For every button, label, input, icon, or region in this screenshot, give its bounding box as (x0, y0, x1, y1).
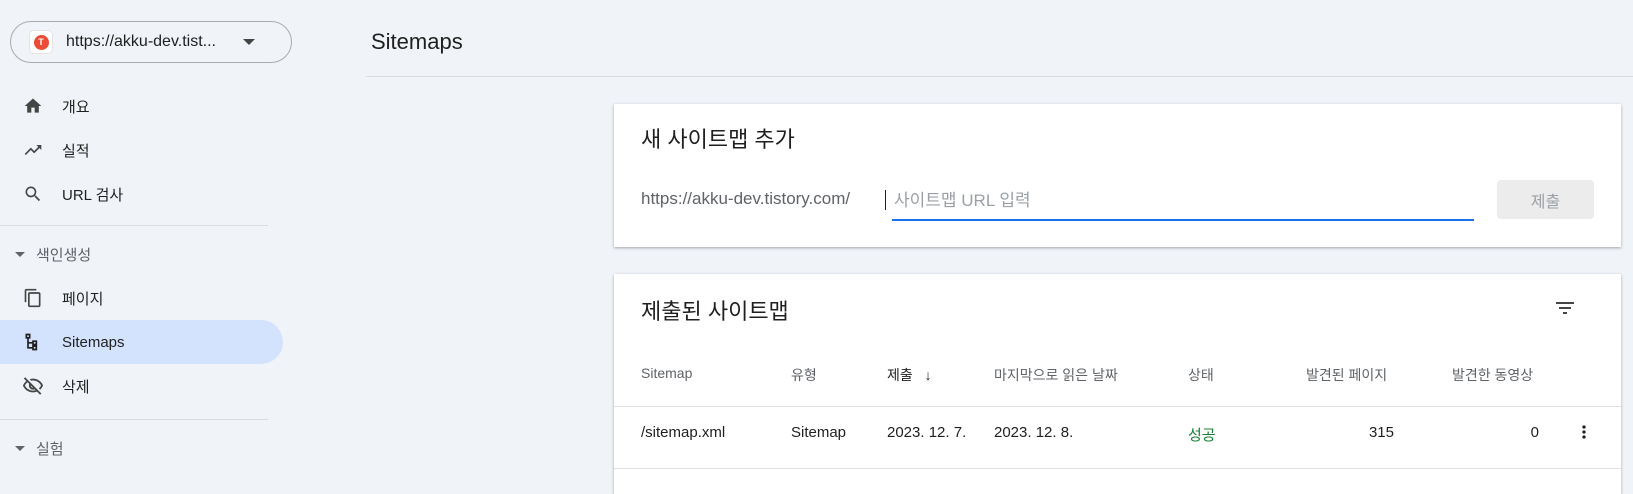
add-sitemap-card: 새 사이트맵 추가 https://akku-dev.tistory.com/ … (614, 104, 1621, 247)
more-options-icon[interactable] (1572, 420, 1596, 444)
submitted-date: 2023. 12. 7. (887, 424, 967, 441)
pages-icon (21, 286, 45, 310)
discovered-videos-count[interactable]: 0 (1459, 424, 1539, 441)
sidebar-item-pages[interactable]: 페이지 (0, 276, 283, 320)
sidebar-divider (0, 225, 268, 226)
last-read-date: 2023. 12. 8. (994, 424, 1074, 441)
add-sitemap-title: 새 사이트맵 추가 (641, 127, 795, 152)
home-icon (21, 94, 45, 118)
sidebar-item-url-inspection[interactable]: URL 검사 (0, 172, 283, 216)
collapse-arrow-icon (15, 445, 25, 451)
table-divider (614, 468, 1621, 469)
filter-icon[interactable] (1551, 294, 1579, 322)
sitemap-type: Sitemap (791, 424, 847, 441)
submitted-sitemaps-card: 제출된 사이트맵 Sitemap 유형 제출 ↓ 마지막으로 읽은 날짜 상태 … (614, 274, 1621, 494)
page-title: Sitemaps (371, 29, 463, 54)
sidebar-item-label: 페이지 (62, 290, 104, 308)
search-icon (21, 182, 45, 206)
sidebar-divider (0, 419, 268, 420)
status-badge: 성공 (1188, 427, 1216, 444)
column-header-discovered-pages[interactable]: 발견된 페이지 (1306, 365, 1387, 385)
submitted-sitemaps-title: 제출된 사이트맵 (641, 299, 789, 324)
section-experiments[interactable]: 실험 (0, 432, 283, 464)
favicon-letter: T (33, 34, 49, 50)
text-cursor (885, 190, 886, 210)
sidebar-item-performance[interactable]: 실적 (0, 128, 283, 172)
site-favicon-icon: T (30, 31, 52, 53)
sitemap-path[interactable]: /sitemap.xml (641, 424, 725, 441)
column-header-status[interactable]: 상태 (1188, 365, 1214, 385)
sidebar-item-sitemaps[interactable]: Sitemaps (0, 320, 283, 364)
trending-up-icon (21, 138, 45, 162)
submit-button[interactable]: 제출 (1497, 180, 1594, 219)
table-divider (614, 406, 1621, 407)
dropdown-arrow-icon[interactable] (243, 39, 255, 45)
column-header-type[interactable]: 유형 (791, 365, 817, 385)
discovered-pages-count[interactable]: 315 (1314, 424, 1394, 441)
sidebar-item-label: Sitemaps (62, 333, 125, 351)
sitemap-icon (21, 330, 45, 354)
property-url: https://akku-dev.tist... (66, 33, 216, 50)
sidebar-item-label: 개요 (62, 98, 90, 116)
column-header-discovered-videos[interactable]: 발견한 동영상 (1452, 365, 1533, 385)
sidebar-item-label: 삭제 (62, 378, 90, 396)
column-header-submitted[interactable]: 제출 ↓ (887, 365, 932, 385)
site-url-prefix: https://akku-dev.tistory.com/ (641, 189, 851, 208)
sitemap-url-input[interactable] (892, 183, 1474, 221)
sidebar: T https://akku-dev.tist... 개요 실적 URL 검사 … (0, 0, 292, 474)
column-header-last-read[interactable]: 마지막으로 읽은 날짜 (994, 365, 1118, 385)
column-header-label: 제출 (887, 367, 913, 383)
section-label: 실험 (36, 440, 64, 458)
column-header-sitemap[interactable]: Sitemap (641, 365, 692, 381)
header-divider (366, 76, 1633, 77)
collapse-arrow-icon (15, 251, 25, 257)
sidebar-item-overview[interactable]: 개요 (0, 84, 283, 128)
section-label: 색인생성 (36, 246, 92, 264)
sort-descending-icon: ↓ (924, 367, 932, 383)
sidebar-item-label: URL 검사 (62, 186, 124, 204)
sidebar-item-label: 실적 (62, 142, 90, 160)
sidebar-item-removals[interactable]: 삭제 (0, 364, 283, 408)
visibility-off-icon (21, 374, 45, 398)
property-selector[interactable]: T https://akku-dev.tist... (10, 21, 292, 63)
section-indexing[interactable]: 색인생성 (0, 238, 283, 270)
